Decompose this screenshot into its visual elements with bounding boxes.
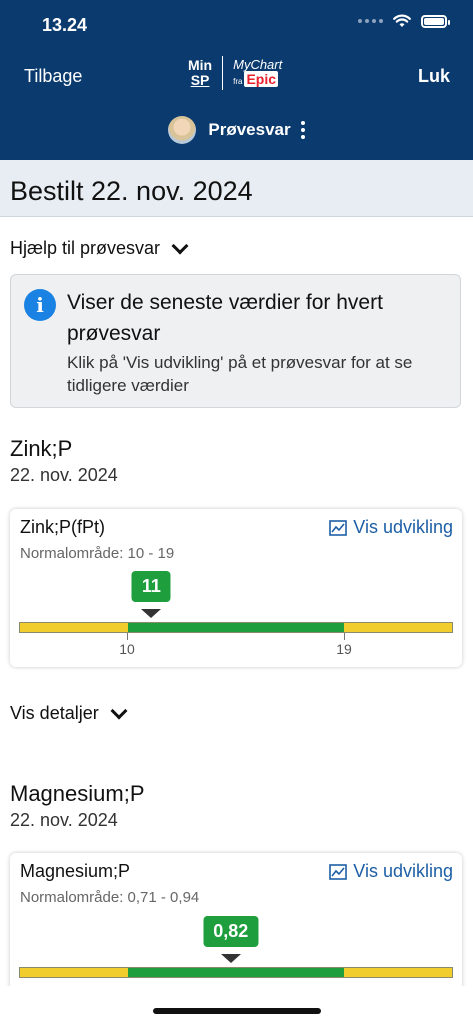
bottom-safe-area <box>0 986 473 1024</box>
patient-switcher[interactable]: Prøvesvar <box>0 116 473 144</box>
ordered-title: Bestilt 22. nov. 2024 <box>10 176 253 206</box>
component-name: Zink;P(fPt) <box>20 517 106 537</box>
range-high-label: 19 <box>336 641 352 657</box>
details-toggle[interactable]: Vis detaljer <box>10 702 128 724</box>
range-bar <box>19 967 453 978</box>
logo-min-sp: Min SP <box>188 58 212 88</box>
status-time: 13.24 <box>42 15 88 35</box>
trend-link[interactable]: Vis udvikling <box>329 861 453 882</box>
range-high-segment <box>344 968 452 977</box>
range-low-segment <box>20 968 128 977</box>
back-button[interactable]: Tilbage <box>24 66 82 87</box>
home-indicator[interactable] <box>153 1008 321 1014</box>
reference-range: Normalområde: 10 - 19 <box>20 545 175 562</box>
trend-link[interactable]: Vis udvikling <box>329 517 453 538</box>
logo-sp: SP <box>190 72 210 88</box>
range-normal-segment <box>128 968 344 977</box>
component-name: Magnesium;P <box>20 861 131 881</box>
trend-chart-icon <box>329 863 348 880</box>
chevron-down-icon <box>171 237 189 255</box>
value-pointer <box>141 609 162 618</box>
ordered-header: Bestilt 22. nov. 2024 <box>0 160 473 217</box>
range-normal-segment <box>128 623 344 632</box>
result-date: 22. nov. 2024 <box>10 465 118 485</box>
value-badge: 0,82 <box>203 916 259 947</box>
avatar <box>168 116 197 144</box>
page-title: Prøvesvar <box>208 120 291 139</box>
value-pointer <box>220 954 241 963</box>
status-icons <box>358 14 450 28</box>
range-low-tick <box>127 633 128 640</box>
logo-mychart-block: MyChart fra Epic <box>233 58 282 89</box>
result-title: Magnesium;P <box>10 781 145 806</box>
battery-icon <box>421 14 450 28</box>
trend-label: Vis udvikling <box>353 861 453 881</box>
info-icon: i <box>24 289 56 321</box>
info-box: i Viser de seneste værdier for hvert prø… <box>10 274 461 408</box>
result-date: 22. nov. 2024 <box>10 810 118 830</box>
close-button[interactable]: Luk <box>418 66 450 87</box>
help-label: Hjælp til prøvesvar <box>10 238 161 258</box>
range-low-label: 10 <box>119 641 135 657</box>
more-icon[interactable] <box>300 121 305 139</box>
range-high-tick <box>344 633 345 640</box>
trend-chart-icon <box>329 519 348 536</box>
range-low-segment <box>20 623 128 632</box>
logo-fra: fra <box>233 76 243 86</box>
value-badge: 11 <box>131 571 171 602</box>
range-high-segment <box>344 623 452 632</box>
signal-icon <box>358 19 383 23</box>
help-toggle[interactable]: Hjælp til prøvesvar <box>10 237 189 259</box>
range-bar <box>19 622 453 633</box>
app-logo: Min SP MyChart fra Epic <box>188 56 282 90</box>
logo-divider <box>222 56 224 90</box>
result-title: Zink;P <box>10 436 73 461</box>
details-label: Vis detaljer <box>10 703 99 723</box>
chevron-down-icon <box>110 702 128 720</box>
logo-min: Min <box>188 57 213 73</box>
trend-label: Vis udvikling <box>353 517 453 537</box>
logo-mychart: MyChart <box>233 56 283 72</box>
result-card: Zink;P(fPt) Normalområde: 10 - 19 Vis ud… <box>10 509 462 667</box>
reference-range: Normalområde: 0,71 - 0,94 <box>20 889 200 906</box>
logo-epic: Epic <box>244 70 279 87</box>
wifi-icon <box>393 14 411 27</box>
info-text: Klik på 'Vis udvikling' på et prøvesvar … <box>67 353 413 395</box>
info-title: Viser de seneste værdier for hvert prøve… <box>67 291 383 345</box>
app-header: 13.24 Tilbage Min SP MyChart fra Epic Luk… <box>0 0 473 160</box>
